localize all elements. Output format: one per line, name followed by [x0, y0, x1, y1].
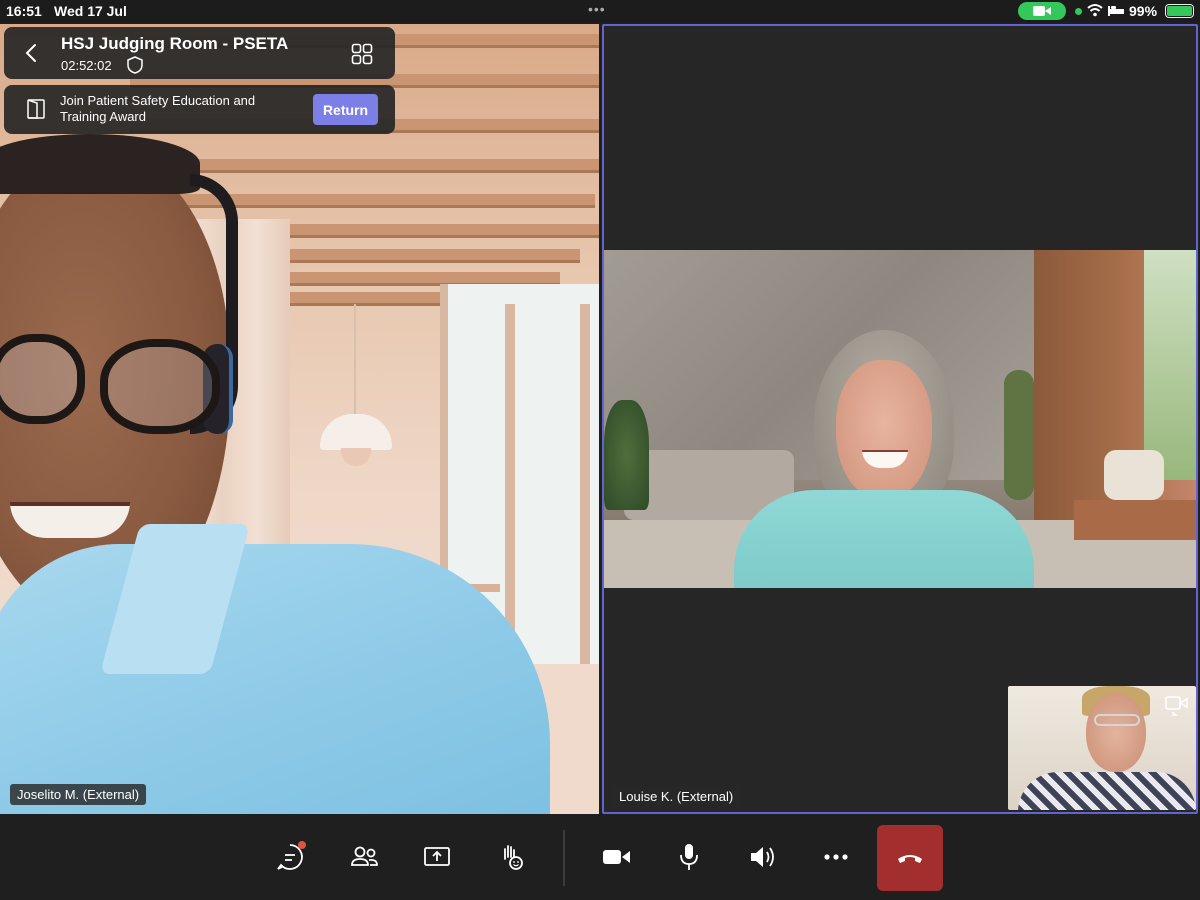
share-screen-button[interactable] — [417, 837, 457, 877]
participant-tile-louise[interactable]: Louise K. (External) — [602, 24, 1198, 814]
hang-up-icon — [898, 855, 922, 863]
camera-icon — [603, 850, 630, 864]
camera-in-use-indicator — [1018, 2, 1066, 20]
toolbar-divider — [563, 830, 565, 886]
meeting-title: HSJ Judging Room - PSETA — [61, 34, 289, 53]
raise-hand-icon — [504, 845, 523, 870]
sleep-focus-icon — [1108, 6, 1124, 16]
react-button[interactable] — [491, 837, 531, 877]
status-date: Wed 17 Jul — [54, 3, 127, 19]
participant-name-label: Louise K. (External) — [612, 786, 741, 807]
self-view-preview[interactable] — [1008, 686, 1196, 810]
wifi-icon — [1087, 4, 1103, 17]
shield-icon — [127, 56, 143, 74]
microphone-icon — [680, 844, 698, 870]
camera-active-dot — [1075, 8, 1082, 15]
participant-tile-joselito[interactable]: Joselito M. (External) — [0, 24, 599, 814]
speaker-button[interactable] — [743, 837, 783, 877]
battery-percent: 99% — [1129, 3, 1158, 19]
background-cactus — [1004, 370, 1034, 500]
battery-icon — [1165, 4, 1194, 18]
background-plant — [604, 400, 649, 510]
return-button[interactable]: Return — [313, 94, 378, 125]
back-icon[interactable] — [22, 42, 42, 64]
more-options-button[interactable] — [816, 837, 856, 877]
status-bar: 16:51 Wed 17 Jul ••• 99% — [0, 0, 1200, 22]
return-to-meeting-banner: Join Patient Safety Education and Traini… — [4, 85, 395, 134]
door-icon — [27, 99, 45, 119]
participant-name-label: Joselito M. (External) — [10, 784, 147, 805]
background-lamp — [320, 414, 392, 450]
more-icon — [824, 854, 848, 860]
people-button[interactable] — [344, 837, 384, 877]
call-toolbar — [0, 816, 1200, 900]
meeting-timer: 02:52:02 — [61, 58, 112, 73]
share-screen-icon — [424, 847, 450, 866]
return-banner-text: Join Patient Safety Education and Traini… — [60, 93, 256, 124]
hang-up-button[interactable] — [877, 825, 943, 891]
microphone-button[interactable] — [669, 837, 709, 877]
grid-view-icon[interactable] — [351, 43, 373, 65]
camera-button[interactable] — [596, 837, 636, 877]
meeting-header: HSJ Judging Room - PSETA 02:52:02 — [4, 27, 395, 79]
glasses — [0, 334, 85, 424]
multitasking-dots-icon[interactable]: ••• — [588, 1, 606, 17]
speaker-icon — [751, 847, 774, 867]
people-icon — [351, 846, 378, 866]
chat-button[interactable] — [270, 837, 310, 877]
switch-camera-icon[interactable] — [1164, 694, 1190, 716]
participant-video-louise — [604, 250, 1196, 588]
video-camera-icon — [1033, 6, 1051, 16]
unread-badge — [298, 841, 306, 849]
status-time: 16:51 — [6, 3, 42, 19]
